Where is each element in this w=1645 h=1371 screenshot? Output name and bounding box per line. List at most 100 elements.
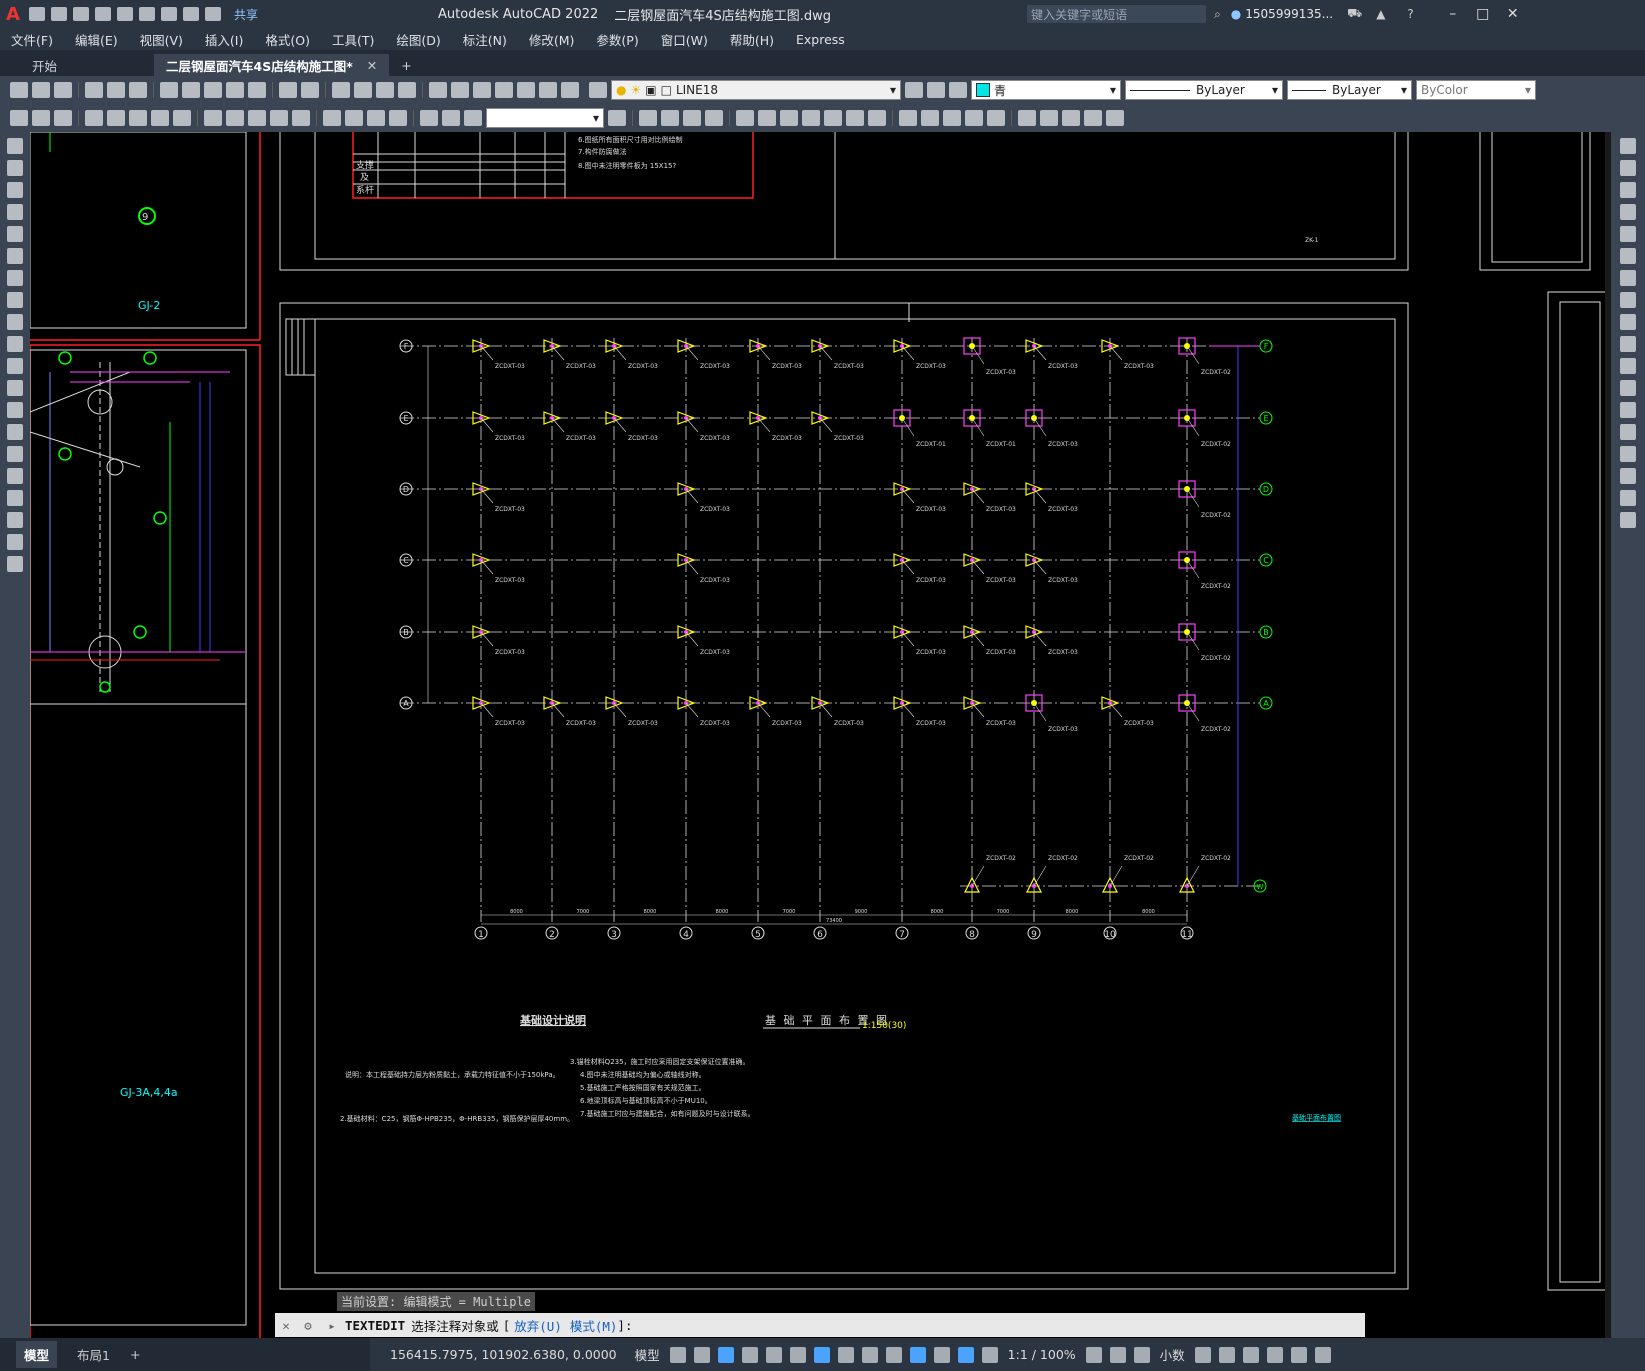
dim-baseline-icon[interactable] — [226, 110, 244, 126]
new-icon[interactable] — [29, 7, 45, 21]
modify-rotate-icon[interactable] — [780, 110, 798, 126]
line-icon[interactable] — [7, 138, 23, 154]
block-editor-icon[interactable] — [248, 82, 266, 98]
modify-mirror-icon[interactable] — [683, 110, 701, 126]
menu-tools[interactable]: 工具(T) — [332, 30, 374, 49]
minimize-button[interactable]: – — [1438, 6, 1468, 22]
save-file-icon[interactable] — [54, 82, 72, 98]
new-tab-icon[interactable]: + — [389, 54, 423, 76]
polar-icon[interactable] — [741, 1346, 758, 1363]
layer-previous-icon[interactable] — [927, 82, 945, 98]
match-prop-icon[interactable] — [226, 82, 244, 98]
dim-text-edit-icon[interactable] — [442, 110, 460, 126]
polyline-icon[interactable] — [7, 182, 23, 198]
dim-aligned-icon[interactable] — [32, 110, 50, 126]
lock-ui-icon[interactable] — [1218, 1346, 1235, 1363]
osnap-icon[interactable] — [813, 1346, 830, 1363]
layer-dropdown[interactable]: ● ☀ ▣ □ LINE18 ▾ — [611, 80, 901, 100]
properties-icon[interactable] — [429, 82, 447, 98]
gradient-icon[interactable] — [7, 468, 23, 484]
markup-icon[interactable] — [517, 82, 535, 98]
cmd-option-undo[interactable]: 放弃(U) — [514, 1316, 562, 1335]
units-display[interactable]: 小数 — [1160, 1345, 1185, 1364]
close-tab-icon[interactable]: ✕ — [367, 58, 377, 73]
open-file-icon[interactable] — [32, 82, 50, 98]
paste-icon[interactable] — [204, 82, 222, 98]
hatch-icon[interactable] — [7, 446, 23, 462]
break-point-icon[interactable] — [1620, 380, 1636, 396]
make-block-icon[interactable] — [7, 402, 23, 418]
dim-style-dropdown[interactable]: ▾ — [486, 108, 604, 128]
isolate-icon[interactable] — [1242, 1346, 1259, 1363]
array-icon[interactable] — [1620, 226, 1636, 242]
modify-chamfer-icon[interactable] — [943, 110, 961, 126]
extend-icon[interactable] — [1620, 358, 1636, 374]
modify-scale-icon[interactable] — [802, 110, 820, 126]
grid-icon[interactable] — [669, 1346, 686, 1363]
share-button[interactable]: 共享 — [234, 6, 258, 23]
command-line[interactable]: ✕ ⚙ ▸ TEXTEDIT 选择注释对象或 [ 放弃(U) 模式(M) ]: — [275, 1313, 1365, 1337]
stretch-icon[interactable] — [1620, 314, 1636, 330]
dim-diameter-icon[interactable] — [151, 110, 169, 126]
arc-icon[interactable] — [7, 248, 23, 264]
tolerance-icon[interactable] — [323, 110, 341, 126]
annotation-monitor-icon[interactable] — [909, 1346, 926, 1363]
zoom-realtime-icon[interactable] — [354, 82, 372, 98]
dim-break-icon[interactable] — [292, 110, 310, 126]
open-icon[interactable] — [51, 7, 67, 21]
tab-start[interactable]: 开始 — [20, 54, 154, 76]
saveas-icon[interactable] — [95, 7, 111, 21]
modify-offset-icon[interactable] — [705, 110, 723, 126]
sheet-set-icon[interactable] — [495, 82, 513, 98]
copy-object-icon[interactable] — [1620, 160, 1636, 176]
menu-help[interactable]: 帮助(H) — [730, 30, 774, 49]
make-current-icon[interactable] — [905, 82, 923, 98]
preview-icon[interactable] — [107, 82, 125, 98]
menu-window[interactable]: 窗口(W) — [661, 30, 708, 49]
cart-icon[interactable]: ⛟ — [1347, 6, 1362, 22]
menu-draw[interactable]: 绘图(D) — [396, 30, 440, 49]
region-icon[interactable] — [7, 490, 23, 506]
undo-tb-icon[interactable] — [279, 82, 297, 98]
plus-icon[interactable] — [1109, 1346, 1126, 1363]
rotate-icon[interactable] — [1620, 270, 1636, 286]
dim-space-icon[interactable] — [270, 110, 288, 126]
trim-icon[interactable] — [1620, 336, 1636, 352]
insert-block-icon[interactable] — [7, 380, 23, 396]
table-icon[interactable] — [7, 512, 23, 528]
rectangle-icon[interactable] — [7, 226, 23, 242]
dim-linear-icon[interactable] — [10, 110, 28, 126]
user-name[interactable]: 1505999135... — [1245, 7, 1333, 21]
design-center-icon[interactable] — [451, 82, 469, 98]
modify-region-icon[interactable] — [1106, 110, 1124, 126]
selection-cycling-icon[interactable] — [885, 1346, 902, 1363]
lineweight-icon[interactable] — [837, 1346, 854, 1363]
autodesk-app-icon[interactable]: ▲ — [1376, 7, 1385, 21]
dim-edit-icon[interactable] — [420, 110, 438, 126]
modify-break-icon[interactable] — [899, 110, 917, 126]
dim-radius-icon[interactable] — [107, 110, 125, 126]
tab-layout1[interactable]: 布局1 — [77, 1345, 110, 1364]
zoom-window-icon[interactable] — [376, 82, 394, 98]
help-tb-icon[interactable] — [561, 82, 579, 98]
modify-copy-icon[interactable] — [661, 110, 679, 126]
polygon-icon[interactable] — [7, 204, 23, 220]
help-icon[interactable]: ? — [1407, 7, 1413, 21]
menu-file[interactable]: 文件(F) — [11, 30, 53, 49]
publish-3d-icon[interactable] — [129, 82, 147, 98]
customize-cmd-icon[interactable]: ⚙ — [297, 1318, 319, 1333]
modify-extend-icon[interactable] — [868, 110, 886, 126]
zoom-previous-icon[interactable] — [398, 82, 416, 98]
break-icon[interactable] — [1620, 402, 1636, 418]
dim-angular-icon[interactable] — [173, 110, 191, 126]
cut-icon[interactable] — [160, 82, 178, 98]
ortho-icon[interactable] — [717, 1346, 734, 1363]
gizmo-icon[interactable] — [933, 1346, 950, 1363]
plot-icon[interactable] — [161, 7, 177, 21]
calculator-icon[interactable] — [539, 82, 557, 98]
annotation-scale[interactable]: 1:1 / 100% — [1008, 1347, 1076, 1362]
menu-format[interactable]: 格式(O) — [265, 30, 310, 49]
dim-jogged-icon[interactable] — [129, 110, 147, 126]
transparency-icon[interactable] — [861, 1346, 878, 1363]
center-mark-icon[interactable] — [345, 110, 363, 126]
